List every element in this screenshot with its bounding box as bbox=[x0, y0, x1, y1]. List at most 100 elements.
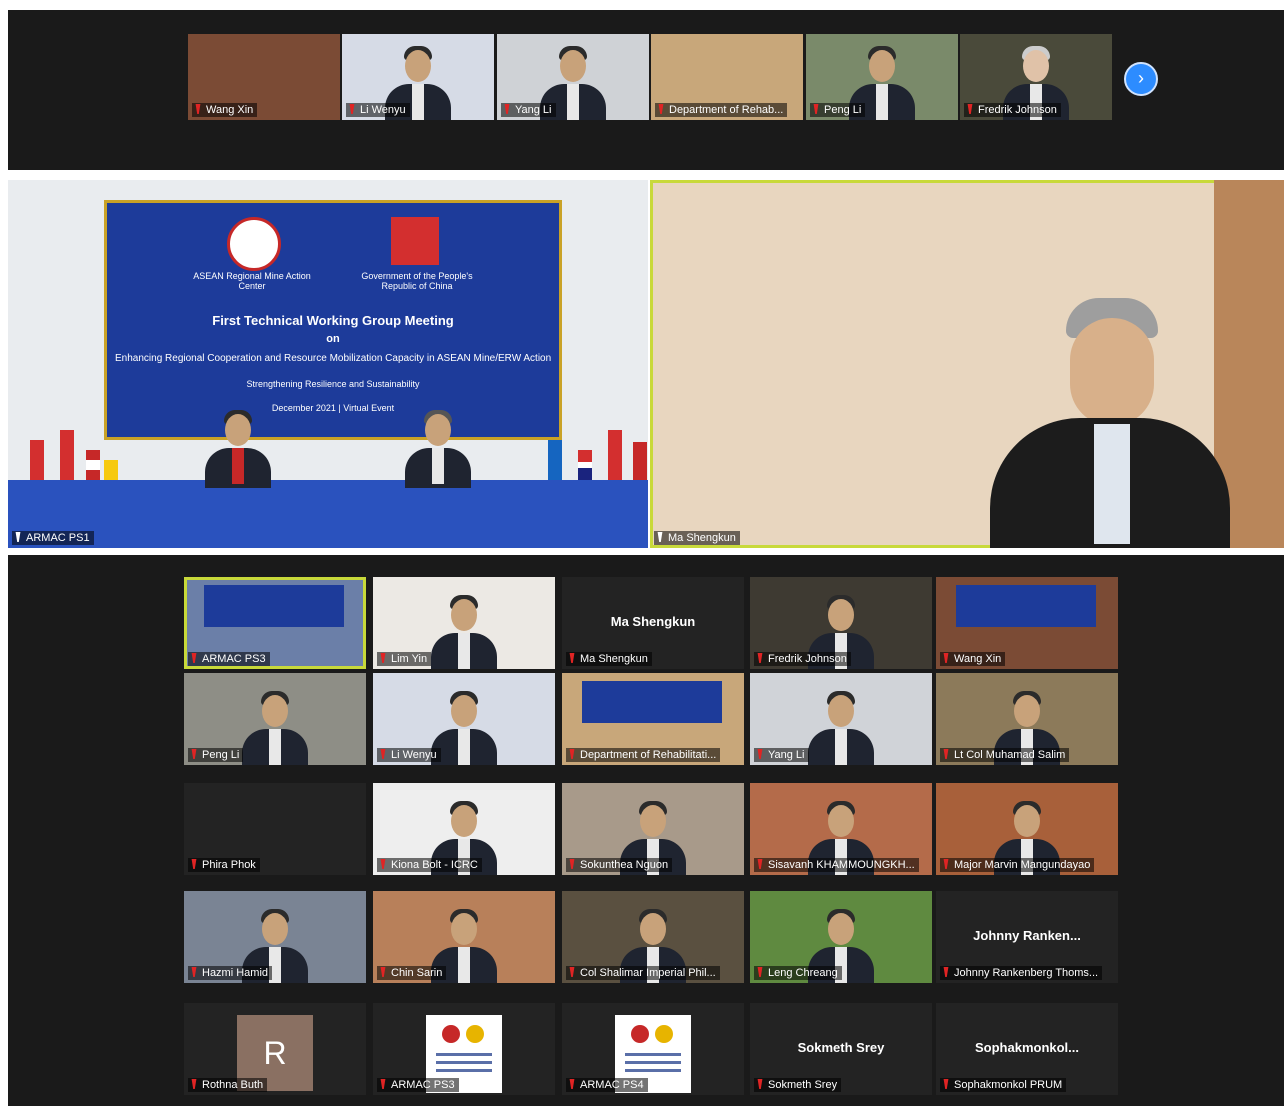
strip-tile-1[interactable]: Wang Xin bbox=[188, 34, 340, 120]
mic-muted-icon bbox=[380, 653, 386, 663]
meeting-banner: ASEAN Regional Mine Action Center Govern… bbox=[104, 200, 562, 440]
mic-muted-icon bbox=[757, 1079, 763, 1089]
gallery-tile[interactable]: Fredrik Johnson bbox=[750, 577, 932, 669]
gallery-tile[interactable]: ARMAC PS3 bbox=[373, 1003, 555, 1095]
strip-tile-label: Department of Rehab... bbox=[655, 103, 788, 117]
gallery-tile-label: Phira Phok bbox=[188, 858, 260, 872]
gallery-tile[interactable]: Leng Chreang bbox=[750, 891, 932, 983]
participant-name-display: Johnny Ranken... bbox=[973, 927, 1081, 943]
mic-muted-icon bbox=[380, 1079, 386, 1089]
gallery-tile-label: Leng Chreang bbox=[754, 966, 842, 980]
gallery-tile[interactable]: Ma Shengkun Ma Shengkun bbox=[562, 577, 744, 669]
mic-muted-icon bbox=[813, 104, 819, 114]
gallery-tile[interactable]: Hazmi Hamid bbox=[184, 891, 366, 983]
gallery-tile[interactable]: Li Wenyu bbox=[373, 673, 555, 765]
strip-tile-label: Li Wenyu bbox=[346, 103, 410, 117]
gallery-tile-label: Wang Xin bbox=[940, 652, 1006, 666]
banner-left-org: ASEAN Regional Mine Action Center bbox=[193, 271, 311, 291]
mic-muted-icon bbox=[380, 749, 386, 759]
gallery-tile[interactable]: Department of Rehabilitati... bbox=[562, 673, 744, 765]
room-backdrop bbox=[956, 585, 1096, 627]
mic-muted-icon bbox=[943, 859, 949, 869]
gallery-tile[interactable]: R Rothna Buth bbox=[184, 1003, 366, 1095]
mic-muted-icon bbox=[195, 104, 201, 114]
china-emblem bbox=[391, 217, 439, 265]
gallery-tile-label: Lt Col Muhamad Salim bbox=[940, 748, 1070, 762]
mic-muted-icon bbox=[967, 104, 973, 114]
strip-tile-2[interactable]: Li Wenyu bbox=[342, 34, 494, 120]
main-video-left[interactable]: ASEAN Regional Mine Action Center Govern… bbox=[8, 180, 648, 548]
main-video-right-active-speaker[interactable]: Ma Shengkun bbox=[650, 180, 1284, 548]
mic-muted-icon bbox=[191, 653, 197, 663]
mic-muted-icon bbox=[757, 967, 763, 977]
gallery-tile[interactable]: ARMAC PS4 bbox=[562, 1003, 744, 1095]
mic-muted-icon bbox=[349, 104, 355, 114]
gallery-tile-label: Col Shalimar Imperial Phil... bbox=[566, 966, 720, 980]
banner-right-org: Government of the People's Republic of C… bbox=[361, 271, 473, 291]
banner-on: on bbox=[326, 333, 340, 345]
gallery-tile-label: Yang Li bbox=[754, 748, 809, 762]
mic-muted-icon bbox=[191, 1079, 197, 1089]
chevron-right-icon: › bbox=[1138, 68, 1144, 88]
mic-muted-icon bbox=[191, 859, 197, 869]
gallery-tile[interactable]: Johnny Ranken... Johnny Rankenberg Thoms.… bbox=[936, 891, 1118, 983]
gallery-tile[interactable]: Chin Sarin bbox=[373, 891, 555, 983]
mic-muted-icon bbox=[569, 1079, 575, 1089]
gallery-tile[interactable]: Yang Li bbox=[750, 673, 932, 765]
gallery-tile[interactable]: Col Shalimar Imperial Phil... bbox=[562, 891, 744, 983]
gallery-tile-label: ARMAC PS3 bbox=[188, 652, 270, 666]
gallery-tile-label: ARMAC PS4 bbox=[566, 1078, 648, 1092]
gallery-tile-label: Li Wenyu bbox=[377, 748, 441, 762]
gallery-tile-label: Johnny Rankenberg Thoms... bbox=[940, 966, 1103, 980]
gallery-tile-label: Kiona Bolt - ICRC bbox=[377, 858, 482, 872]
conference-table bbox=[8, 480, 648, 548]
mic-on-icon bbox=[657, 532, 663, 542]
strip-tile-3[interactable]: Yang Li bbox=[497, 34, 649, 120]
gallery-tile[interactable]: Kiona Bolt - ICRC bbox=[373, 783, 555, 875]
gallery-tile-label: Fredrik Johnson bbox=[754, 652, 851, 666]
gallery-tile[interactable]: ARMAC PS3 bbox=[184, 577, 366, 669]
banner-subtitle: Enhancing Regional Cooperation and Resou… bbox=[115, 353, 551, 364]
speaker-silhouette bbox=[990, 288, 1230, 548]
gallery-tile[interactable]: Phira Phok bbox=[184, 783, 366, 875]
participant-silhouette bbox=[429, 589, 499, 669]
video-label: Ma Shengkun bbox=[654, 531, 740, 545]
gallery-tile[interactable]: Sophakmonkol... Sophakmonkol PRUM bbox=[936, 1003, 1118, 1095]
mic-muted-icon bbox=[757, 749, 763, 759]
strip-tile-5[interactable]: Peng Li bbox=[806, 34, 958, 120]
gallery-tile[interactable]: Sokunthea Nguon bbox=[562, 783, 744, 875]
participant-name-display: Sophakmonkol... bbox=[974, 1039, 1079, 1055]
mic-muted-icon bbox=[943, 653, 949, 663]
participant-silhouette bbox=[403, 404, 473, 488]
gallery-tile[interactable]: Wang Xin bbox=[936, 577, 1118, 669]
gallery-tile[interactable]: Sisavanh KHAMMOUNGKH... bbox=[750, 783, 932, 875]
gallery-tile[interactable]: Major Marvin Mangundayao bbox=[936, 783, 1118, 875]
gallery-tile-label: Lim Yin bbox=[377, 652, 432, 666]
mic-muted-icon bbox=[569, 653, 575, 663]
gallery-tile[interactable]: Lim Yin bbox=[373, 577, 555, 669]
next-page-button[interactable]: › bbox=[1124, 62, 1158, 96]
participant-name-display: Ma Shengkun bbox=[610, 613, 696, 629]
mic-muted-icon bbox=[943, 1079, 949, 1089]
banner-date: December 2021 | Virtual Event bbox=[271, 403, 395, 413]
mic-muted-icon bbox=[757, 653, 763, 663]
armac-logo bbox=[227, 217, 281, 271]
gallery-tile-label: Rothna Buth bbox=[188, 1078, 268, 1092]
strip-tile-4[interactable]: Department of Rehab... bbox=[651, 34, 803, 120]
mic-muted-icon bbox=[757, 859, 763, 869]
mic-muted-icon bbox=[569, 749, 575, 759]
gallery-tile[interactable]: Peng Li bbox=[184, 673, 366, 765]
mic-muted-icon bbox=[504, 104, 510, 114]
mic-muted-icon bbox=[191, 967, 197, 977]
gallery-tile-label: ARMAC PS3 bbox=[377, 1078, 459, 1092]
gallery-tile[interactable]: Sokmeth Srey Sokmeth Srey bbox=[750, 1003, 932, 1095]
gallery-tile-label: Sokmeth Srey bbox=[754, 1078, 842, 1092]
gallery-tile-label: Peng Li bbox=[188, 748, 244, 762]
gallery-tile-label: Sophakmonkol PRUM bbox=[940, 1078, 1067, 1092]
participant-silhouette bbox=[240, 685, 310, 765]
gallery-tile-label: Major Marvin Mangundayao bbox=[940, 858, 1095, 872]
strip-tile-6[interactable]: Fredrik Johnson bbox=[960, 34, 1112, 120]
banner-theme: Strengthening Resilience and Sustainabil… bbox=[246, 379, 420, 389]
strip-tile-label: Wang Xin bbox=[192, 103, 258, 117]
gallery-tile[interactable]: Lt Col Muhamad Salim bbox=[936, 673, 1118, 765]
